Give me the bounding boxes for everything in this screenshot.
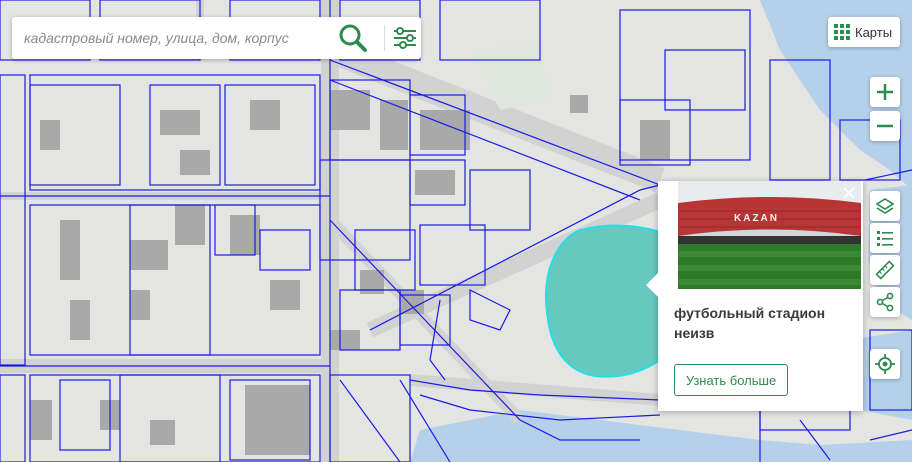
search-input[interactable]	[22, 23, 336, 53]
filter-sliders-icon	[394, 27, 416, 49]
maps-toggle-label: Карты	[855, 24, 893, 40]
stadium-sign-text: KAZAN	[734, 213, 779, 224]
popup-close-button[interactable]	[841, 185, 857, 201]
layers-button[interactable]	[870, 191, 900, 221]
search-box	[12, 17, 421, 59]
grid-icon	[834, 24, 850, 40]
info-popup: KAZAN футбольный стадион неизв Узнать бо…	[646, 181, 863, 411]
layers-icon	[875, 198, 895, 214]
locate-button[interactable]	[870, 349, 900, 379]
location-icon	[875, 354, 895, 374]
maps-toggle-button[interactable]: Карты	[828, 17, 900, 47]
list-icon	[877, 231, 893, 246]
plus-icon	[877, 84, 893, 100]
close-icon	[843, 187, 855, 199]
measure-button[interactable]	[870, 255, 900, 285]
search-icon	[339, 24, 367, 52]
learn-more-button[interactable]: Узнать больше	[674, 364, 788, 396]
zoom-out-button[interactable]	[870, 111, 900, 141]
stadium-parcel[interactable]	[545, 224, 661, 378]
stadium-photo: KAZAN	[678, 181, 861, 289]
popup-title: футбольный стадион неизв	[674, 305, 826, 341]
minus-icon	[877, 124, 893, 128]
zoom-in-button[interactable]	[870, 77, 900, 107]
ruler-icon	[875, 260, 895, 280]
share-icon	[876, 292, 894, 312]
search-divider	[384, 25, 385, 51]
share-button[interactable]	[870, 287, 900, 317]
filter-button[interactable]	[390, 23, 420, 53]
popup-pointer	[646, 273, 658, 297]
search-button[interactable]	[337, 22, 369, 54]
legend-button[interactable]	[870, 223, 900, 253]
